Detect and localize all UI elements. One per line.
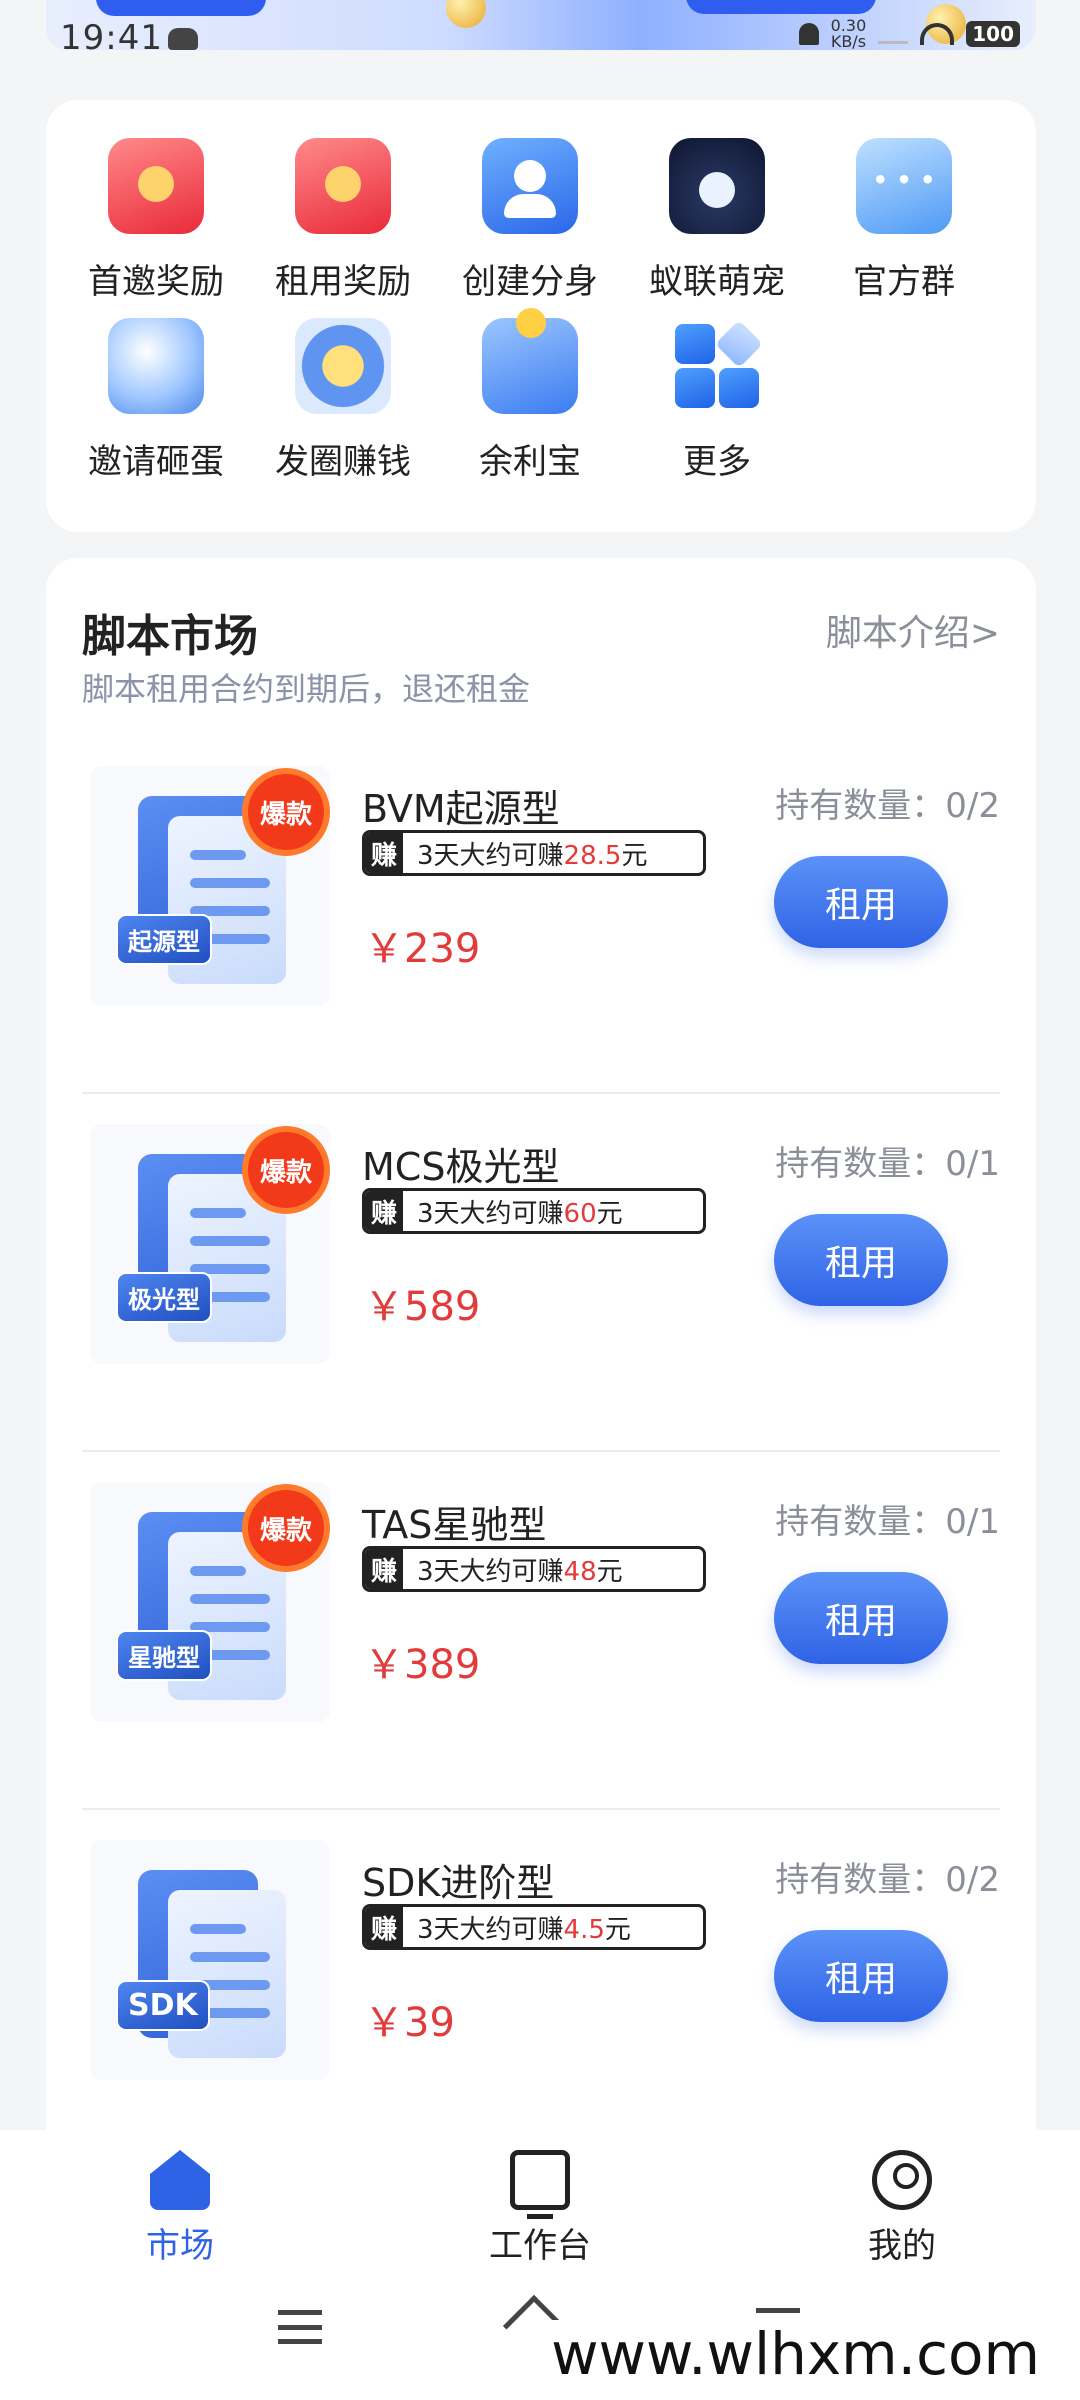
shortcut-rent-reward[interactable]: 租用奖励 xyxy=(249,138,437,303)
wifi-icon xyxy=(920,23,955,45)
product-name: SDK进阶型 xyxy=(362,1861,555,1905)
tab-mine[interactable]: 我的 xyxy=(802,2150,1002,2267)
shortcut-create-clone[interactable]: 创建分身 xyxy=(436,138,624,303)
signal-icon xyxy=(878,24,909,44)
rent-button[interactable]: 租用 xyxy=(774,856,948,948)
shortcut-post-earn[interactable]: 发圈赚钱 xyxy=(249,318,437,483)
shortcut-first-invite[interactable]: 首邀奖励 xyxy=(62,138,250,303)
workbench-icon xyxy=(510,2150,570,2219)
wallet-icon xyxy=(482,308,578,414)
shortcut-more[interactable]: 更多 xyxy=(623,318,811,483)
user-clone-icon xyxy=(482,138,578,234)
product-price: ￥239 xyxy=(364,926,481,972)
rent-button[interactable]: 租用 xyxy=(774,1214,948,1306)
product-tag: 起源型 xyxy=(116,914,212,965)
holding-count: 持有数量：0/2 xyxy=(775,786,1000,826)
product-thumbnail: 极光型 爆款 xyxy=(90,1124,330,1364)
shortcut-grid: 首邀奖励 租用奖励 创建分身 蚁联萌宠 官方群 邀请砸蛋 发圈赚钱 余利宝 更多 xyxy=(46,100,1036,532)
battery-icon: 100 xyxy=(966,21,1020,47)
product-name: BVM起源型 xyxy=(362,787,560,831)
tab-market[interactable]: 市场 xyxy=(80,2150,280,2267)
rent-button[interactable]: 租用 xyxy=(774,1930,948,2022)
tab-label: 我的 xyxy=(868,2226,936,2266)
shortcut-label: 邀请砸蛋 xyxy=(88,442,224,482)
coin-circle-icon xyxy=(295,318,391,414)
shortcut-label: 官方群 xyxy=(853,262,955,302)
earn-badge: 赚 xyxy=(365,1907,403,1947)
shortcut-official-group[interactable]: 官方群 xyxy=(810,138,998,303)
product-price: ￥389 xyxy=(364,1642,481,1688)
product-tag: 极光型 xyxy=(116,1272,212,1323)
ant-pet-icon xyxy=(669,138,765,234)
shortcut-yulibao[interactable]: 余利宝 xyxy=(436,308,624,483)
home-icon xyxy=(150,2150,210,2210)
product-thumbnail: 起源型 爆款 xyxy=(90,766,330,1006)
holding-count: 持有数量：0/1 xyxy=(775,1502,1000,1542)
rent-button[interactable]: 租用 xyxy=(774,1572,948,1664)
product-item[interactable]: 极光型 爆款 MCS极光型 赚 3天大约可赚60元 ￥589 持有数量：0/1 … xyxy=(82,1094,1000,1452)
red-envelope-icon xyxy=(108,138,204,234)
earn-badge: 赚 xyxy=(365,833,403,873)
profile-icon xyxy=(872,2150,932,2210)
shortcut-invite-egg[interactable]: 邀请砸蛋 xyxy=(62,318,250,483)
earn-badge: 赚 xyxy=(365,1191,403,1231)
market-subtitle: 脚本租用合约到期后，退还租金 xyxy=(82,670,531,708)
shortcut-label: 首邀奖励 xyxy=(88,262,224,302)
product-thumbnail: SDK xyxy=(90,1840,330,2080)
hot-badge: 爆款 xyxy=(248,1132,324,1208)
earn-badge: 赚 xyxy=(365,1549,403,1589)
tab-label: 市场 xyxy=(146,2226,214,2266)
status-bar: 19:41 0.30 KB/s 100 xyxy=(0,0,1080,70)
product-name: MCS极光型 xyxy=(362,1145,560,1189)
hot-badge: 爆款 xyxy=(248,1490,324,1566)
script-intro-link[interactable]: 脚本介绍> xyxy=(826,604,1000,656)
product-price: ￥589 xyxy=(364,1284,481,1330)
market-title: 脚本市场 xyxy=(82,611,258,662)
holding-count: 持有数量：0/2 xyxy=(775,1860,1000,1900)
earn-estimate: 赚 3天大约可赚48元 xyxy=(362,1546,706,1592)
product-thumbnail: 星驰型 爆款 xyxy=(90,1482,330,1722)
product-item[interactable]: SDK SDK进阶型 赚 3天大约可赚4.5元 ￥39 持有数量：0/2 租用 xyxy=(82,1810,1000,2168)
menu-icon[interactable] xyxy=(278,2310,322,2344)
egg-icon xyxy=(108,318,204,414)
chat-group-icon xyxy=(856,138,952,234)
net-speed: 0.30 KB/s xyxy=(830,16,867,51)
product-tag: SDK xyxy=(116,1980,210,2031)
product-item[interactable]: 星驰型 爆款 TAS星驰型 赚 3天大约可赚48元 ￥389 持有数量：0/1 … xyxy=(82,1452,1000,1810)
red-envelope-icon xyxy=(295,138,391,234)
tab-workbench[interactable]: 工作台 xyxy=(440,2150,640,2267)
shortcut-label: 蚁联萌宠 xyxy=(649,262,785,302)
shortcut-label: 发圈赚钱 xyxy=(275,442,411,482)
product-tag: 星驰型 xyxy=(116,1630,212,1681)
status-time: 19:41 xyxy=(60,18,163,58)
earn-estimate: 赚 3天大约可赚60元 xyxy=(362,1188,706,1234)
shortcut-label: 创建分身 xyxy=(462,262,598,302)
hot-badge: 爆款 xyxy=(248,774,324,850)
earn-estimate: 赚 3天大约可赚4.5元 xyxy=(362,1904,706,1950)
shortcut-ant-pet[interactable]: 蚁联萌宠 xyxy=(623,138,811,303)
holding-count: 持有数量：0/1 xyxy=(775,1144,1000,1184)
shortcut-label: 更多 xyxy=(683,442,751,482)
android-robot-icon xyxy=(168,28,198,50)
product-name: TAS星驰型 xyxy=(362,1503,547,1547)
earn-estimate: 赚 3天大约可赚28.5元 xyxy=(362,830,706,876)
watermark: www.wlhxm.com xyxy=(541,2320,1050,2388)
product-item[interactable]: 起源型 爆款 BVM起源型 赚 3天大约可赚28.5元 ￥239 持有数量：0/… xyxy=(82,736,1000,1094)
more-grid-icon xyxy=(669,318,765,414)
shortcut-label: 余利宝 xyxy=(479,442,581,482)
script-market-card: 脚本市场 脚本租用合约到期后，退还租金 脚本介绍> 起源型 爆款 BVM起源型 … xyxy=(46,558,1036,2158)
shortcut-label: 租用奖励 xyxy=(275,262,411,302)
product-price: ￥39 xyxy=(364,2000,455,2046)
mute-bell-icon xyxy=(798,23,819,45)
tab-label: 工作台 xyxy=(489,2226,591,2266)
